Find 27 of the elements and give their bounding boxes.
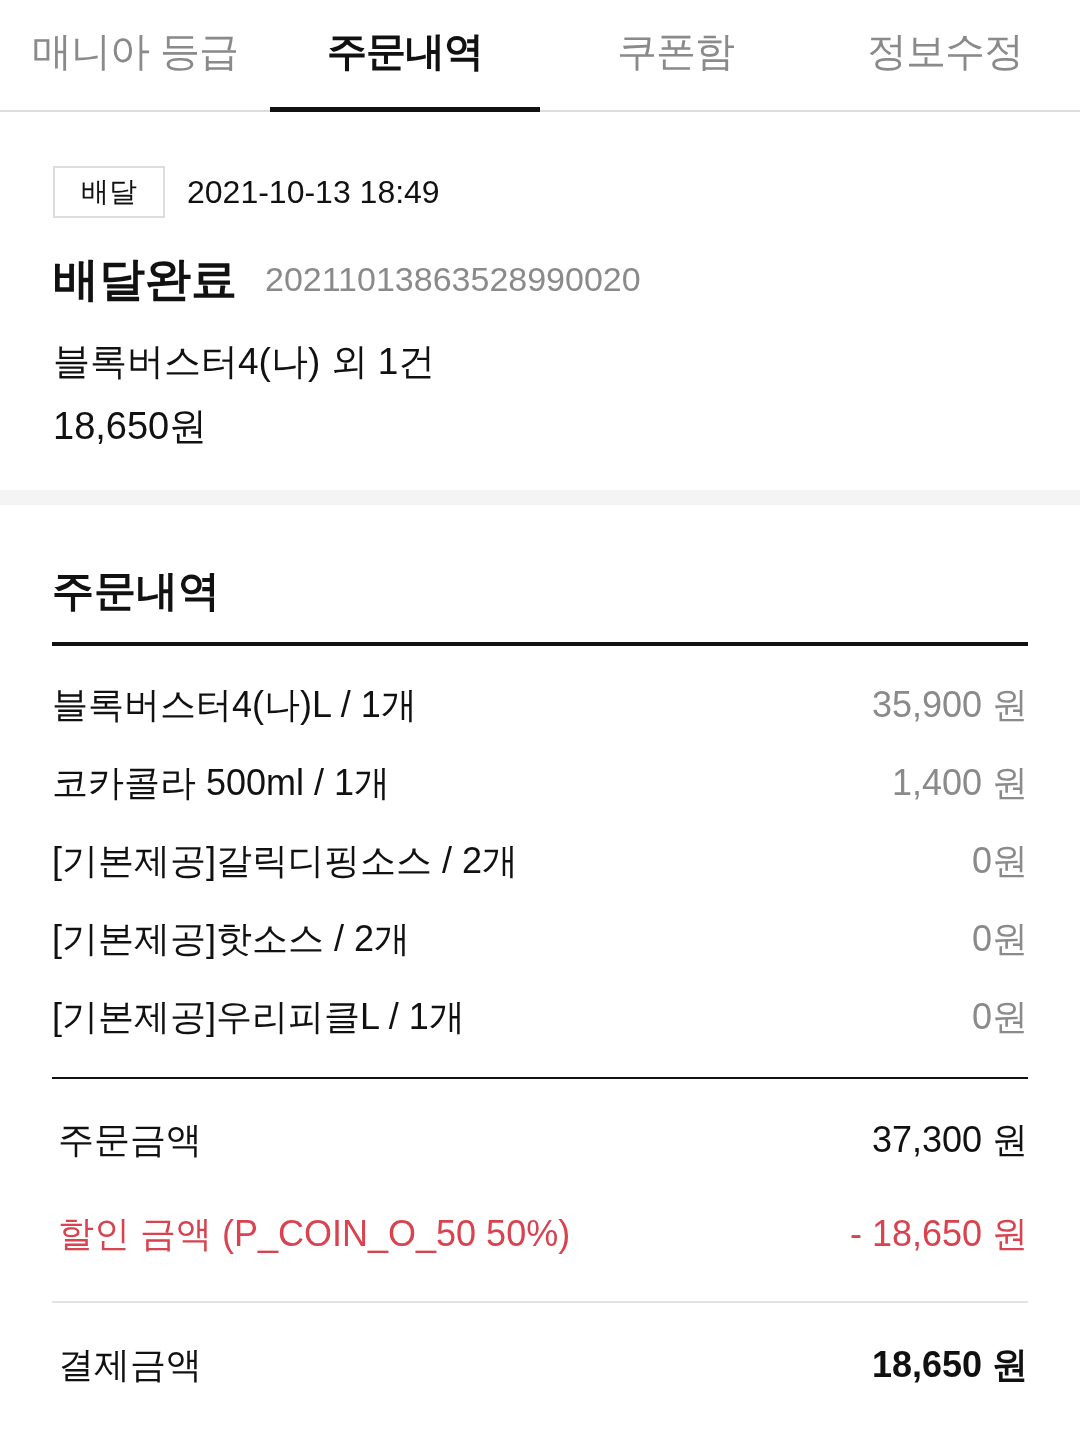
item-name: 블록버스터4(나)L / 1개 bbox=[52, 683, 417, 727]
order-summary: 블록버스터4(나) 외 1건 bbox=[53, 340, 436, 384]
tab[interactable]: 매니아 등급 bbox=[0, 0, 270, 112]
order-number: 20211013863528990020 bbox=[265, 262, 641, 296]
item-price: 0원 bbox=[971, 917, 1028, 961]
discount-label: 할인 금액 (P_COIN_O_50 50%) bbox=[57, 1212, 571, 1256]
item-name: 코카콜라 500ml / 1개 bbox=[52, 761, 391, 805]
order-datetime: 2021-10-13 18:49 bbox=[187, 173, 440, 212]
order-status: 배달완료 bbox=[53, 256, 237, 302]
discount-amount: - 18,650 원 bbox=[849, 1212, 1028, 1256]
tab[interactable]: 쿠폰함 bbox=[540, 0, 810, 112]
item-price: 1,400 원 bbox=[891, 761, 1028, 805]
subtotal-amount: 37,300 원 bbox=[871, 1118, 1028, 1162]
item-price: 0원 bbox=[971, 839, 1028, 883]
item-name: [기본제공]갈릭디핑소스 / 2개 bbox=[52, 839, 519, 883]
tab[interactable]: 정보수정 bbox=[810, 0, 1080, 112]
item-price: 35,900 원 bbox=[871, 683, 1028, 727]
section-title: 주문내역 bbox=[52, 570, 220, 612]
payment-amount: 18,650 원 bbox=[871, 1343, 1028, 1387]
subtotal-label: 주문금액 bbox=[57, 1118, 202, 1162]
item-price: 0원 bbox=[971, 995, 1028, 1039]
order-total: 18,650원 bbox=[53, 404, 208, 448]
tab[interactable]: 주문내역 bbox=[270, 0, 540, 112]
order-type-badge: 배달 bbox=[53, 166, 165, 218]
payment-label: 결제금액 bbox=[57, 1343, 202, 1387]
item-name: [기본제공]우리피클L / 1개 bbox=[52, 995, 465, 1039]
item-name: [기본제공]핫소스 / 2개 bbox=[52, 917, 411, 961]
